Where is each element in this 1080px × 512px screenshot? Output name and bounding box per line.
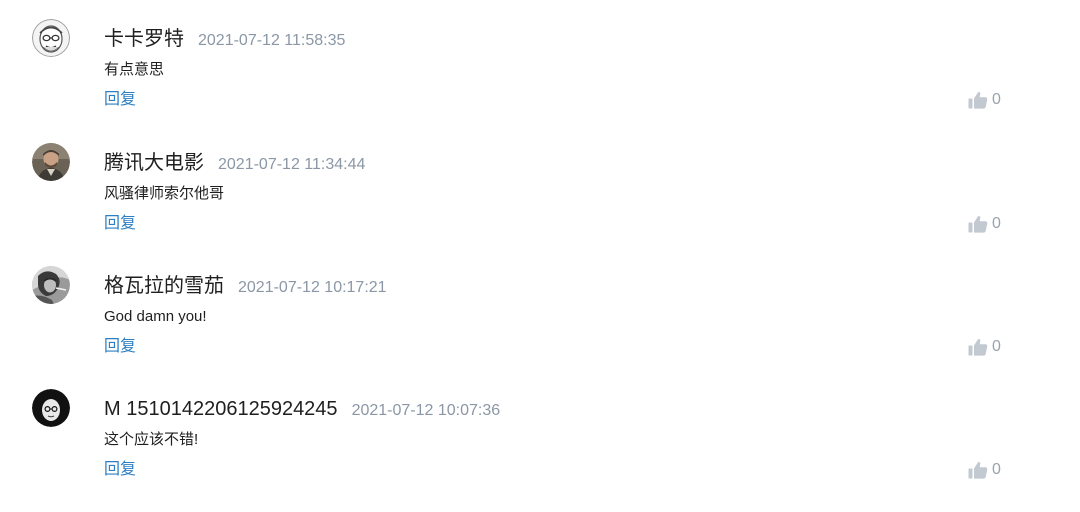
username[interactable]: 腾讯大电影	[104, 152, 204, 174]
like-button[interactable]: 0	[968, 89, 1001, 111]
reply-button[interactable]: 回复	[104, 213, 136, 235]
reply-button[interactable]: 回复	[104, 336, 136, 358]
like-count: 0	[992, 91, 1001, 108]
like-count: 0	[992, 338, 1001, 355]
user-avatar[interactable]	[32, 143, 70, 181]
dark-face-avatar-icon	[32, 389, 70, 427]
reply-button[interactable]: 回复	[104, 459, 136, 481]
thumbs-up-icon	[968, 215, 988, 233]
reply-button[interactable]: 回复	[104, 89, 136, 111]
cartoon-face-avatar-icon	[32, 19, 70, 57]
comment-item: M 1510142206125924245 2021-07-12 10:07:36…	[0, 386, 1080, 496]
comment-text: 这个应该不错!	[104, 431, 199, 448]
user-avatar[interactable]	[32, 19, 70, 57]
comment-text: 风骚律师索尔他哥	[104, 185, 225, 202]
comment-timestamp: 2021-07-12 10:17:21	[238, 279, 387, 296]
comment-item: 腾讯大电影 2021-07-12 11:34:44 风骚律师索尔他哥 回复 0	[0, 140, 1080, 250]
comment-item: 卡卡罗特 2021-07-12 11:58:35 有点意思 回复 0	[0, 16, 1080, 126]
comment-text: 有点意思	[104, 61, 165, 78]
username[interactable]: 格瓦拉的雪茄	[104, 275, 224, 297]
like-button[interactable]: 0	[968, 213, 1001, 235]
comment-item: 格瓦拉的雪茄 2021-07-12 10:17:21 God damn you! …	[0, 263, 1080, 373]
comment-timestamp: 2021-07-12 11:34:44	[218, 156, 366, 173]
username[interactable]: 卡卡罗特	[104, 28, 184, 50]
like-count: 0	[992, 461, 1001, 478]
comment-timestamp: 2021-07-12 10:07:36	[351, 402, 501, 419]
like-button[interactable]: 0	[968, 459, 1001, 481]
username[interactable]: M 1510142206125924245	[104, 398, 338, 420]
comment-list: 卡卡罗特 2021-07-12 11:58:35 有点意思 回复 0 腾讯大电影…	[0, 0, 1080, 512]
photo-avatar-icon	[32, 143, 70, 181]
comment-timestamp: 2021-07-12 11:58:35	[198, 32, 346, 49]
thumbs-up-icon	[968, 91, 988, 109]
comment-text: God damn you!	[104, 308, 207, 325]
like-count: 0	[992, 215, 1001, 232]
like-button[interactable]: 0	[968, 336, 1001, 358]
user-avatar[interactable]	[32, 266, 70, 304]
thumbs-up-icon	[968, 461, 988, 479]
thumbs-up-icon	[968, 338, 988, 356]
user-avatar[interactable]	[32, 389, 70, 427]
grayscale-photo-avatar-icon	[32, 266, 70, 304]
